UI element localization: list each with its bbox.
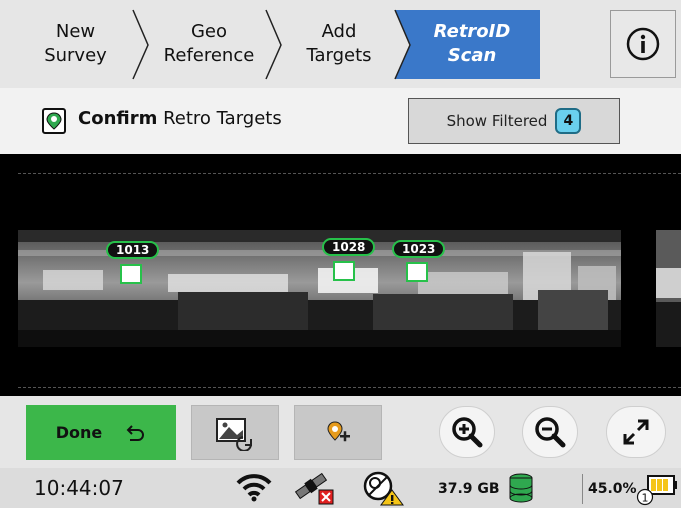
wifi-icon[interactable]: [234, 471, 274, 503]
tab-label: Scan: [447, 45, 497, 66]
tab-add-targets[interactable]: Add Targets: [283, 8, 395, 80]
tab-retroid-scan[interactable]: RetroID Scan: [412, 8, 532, 80]
page-title: Confirm Retro Targets: [78, 108, 282, 129]
add-target-button[interactable]: [294, 405, 382, 460]
done-label: Done: [55, 423, 103, 442]
target-label-1013[interactable]: 1013: [106, 241, 160, 259]
target-label-1028[interactable]: 1028: [322, 238, 376, 256]
status-separator: [582, 474, 583, 504]
zoom-in-button[interactable]: [439, 406, 495, 458]
info-icon: [626, 27, 660, 61]
show-filtered-button[interactable]: Show Filtered 4: [408, 98, 620, 144]
tab-label: Add: [321, 21, 357, 42]
workflow-tabs: New Survey Geo Reference Add Targets RetroI…: [0, 0, 681, 88]
show-filtered-label: Show Filtered: [446, 112, 548, 130]
battery-percent: 45.0%: [588, 481, 637, 497]
tab-label: Geo: [190, 21, 228, 42]
tab-label: Survey: [44, 45, 107, 66]
target-marker-1013[interactable]: [120, 264, 142, 284]
undo-arrow-icon: [126, 424, 145, 441]
tab-geo-reference[interactable]: Geo Reference: [150, 8, 268, 80]
zoom-out-button[interactable]: [522, 406, 578, 458]
tab-new-survey[interactable]: New Survey: [18, 8, 133, 80]
target-pin-icon: [42, 108, 66, 134]
tab-label: New: [55, 21, 96, 42]
target-marker-1023[interactable]: [406, 262, 428, 282]
clock-time: 10:44:07: [34, 476, 124, 500]
tab-label: Reference: [163, 45, 255, 66]
filtered-count-badge: 4: [555, 108, 582, 134]
viewer-top-guide: [18, 173, 681, 174]
title-bold: Confirm: [78, 108, 158, 129]
target-marker-1028[interactable]: [333, 261, 355, 281]
zoom-out-icon: [535, 417, 566, 448]
expand-icon: [623, 419, 649, 445]
image-refresh-icon: [216, 417, 252, 451]
refresh-image-button[interactable]: [191, 405, 279, 460]
satellite-error-icon[interactable]: [293, 470, 337, 506]
panorama-next-segment: [656, 230, 681, 347]
title-rest: Retro Targets: [157, 108, 282, 129]
fullscreen-button[interactable]: [606, 406, 666, 458]
tab-label: Targets: [306, 45, 372, 66]
done-button[interactable]: Done: [26, 405, 176, 460]
battery-id: 1: [642, 492, 649, 505]
target-label-1023[interactable]: 1023: [392, 240, 446, 258]
zoom-in-icon: [452, 417, 483, 448]
storage-icon[interactable]: [508, 472, 534, 504]
battery-icon[interactable]: 1: [636, 472, 678, 506]
tab-label: RetroID: [433, 21, 511, 42]
add-target-pin-icon: [327, 420, 350, 441]
storage-text: 37.9 GB: [438, 481, 500, 497]
instrument-warning-icon[interactable]: [362, 470, 406, 506]
info-button[interactable]: [610, 10, 676, 78]
viewer-bottom-guide: [18, 387, 681, 388]
